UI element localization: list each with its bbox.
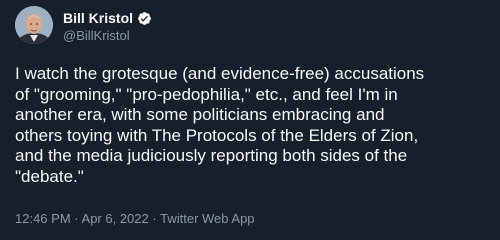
tweet-meta: 12:46 PM · Apr 6, 2022 · Twitter Web App xyxy=(15,211,255,227)
tweet-time[interactable]: 12:46 PM xyxy=(15,211,71,226)
avatar[interactable] xyxy=(15,6,53,44)
author-name-row[interactable]: Bill Kristol xyxy=(63,10,152,27)
author-handle[interactable]: @BillKristol xyxy=(63,28,130,44)
meta-separator: · xyxy=(74,211,79,226)
verified-badge-icon xyxy=(137,11,152,26)
tweet-source[interactable]: Twitter Web App xyxy=(160,211,254,226)
tweet-text: I watch the grotesque (and evidence-free… xyxy=(15,64,425,186)
avatar-photo xyxy=(15,6,53,44)
tweet-date[interactable]: Apr 6, 2022 xyxy=(82,211,149,226)
tweet-card: Bill Kristol @BillKristol I watch the gr… xyxy=(0,0,500,240)
author-display-name[interactable]: Bill Kristol xyxy=(63,10,133,27)
meta-separator: · xyxy=(152,211,157,226)
